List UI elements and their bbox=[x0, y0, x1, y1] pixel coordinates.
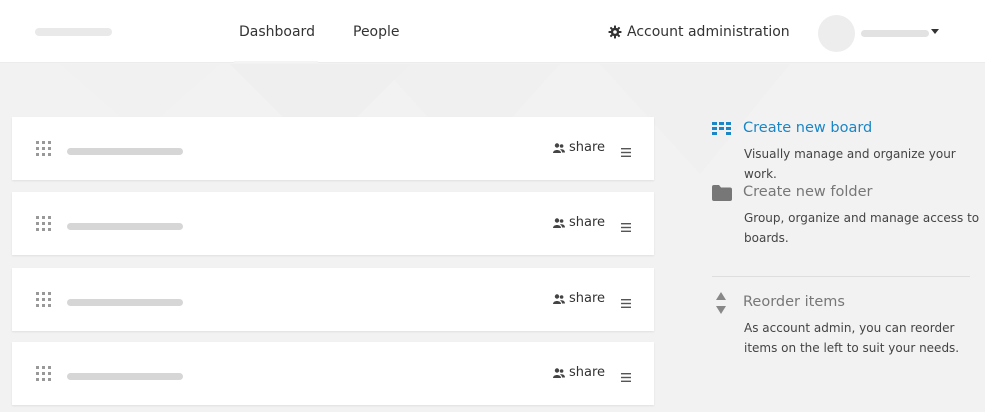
share-button[interactable]: share bbox=[553, 290, 605, 308]
board-title-placeholder[interactable] bbox=[67, 299, 183, 306]
board-card[interactable]: share bbox=[12, 192, 654, 255]
account-administration-label: Account administration bbox=[627, 24, 790, 40]
chevron-down-icon[interactable] bbox=[931, 29, 939, 34]
logo-placeholder[interactable] bbox=[35, 28, 112, 36]
share-label: share bbox=[569, 291, 606, 306]
reorder-items-description: As account admin, you can reorder items … bbox=[744, 321, 960, 355]
hamburger-menu-icon[interactable] bbox=[621, 217, 633, 232]
nav-active-indicator bbox=[234, 61, 318, 63]
create-new-board-link[interactable]: Create new board bbox=[743, 118, 872, 138]
nav-dashboard[interactable]: Dashboard bbox=[239, 22, 315, 42]
board-title-placeholder[interactable] bbox=[67, 223, 183, 230]
board-card[interactable]: share bbox=[12, 342, 654, 405]
hamburger-menu-icon[interactable] bbox=[621, 367, 633, 382]
share-label: share bbox=[569, 140, 606, 155]
hamburger-menu-icon[interactable] bbox=[621, 142, 633, 157]
share-button[interactable]: share bbox=[553, 139, 605, 157]
board-title-placeholder[interactable] bbox=[67, 373, 183, 380]
create-folder-description: Group, organize and manage access to boa… bbox=[744, 211, 980, 245]
nav-people[interactable]: People bbox=[353, 22, 400, 42]
board-card[interactable]: share bbox=[12, 268, 654, 331]
user-avatar[interactable] bbox=[818, 15, 855, 52]
reorder-items-action: Reorder items As account admin, you can … bbox=[712, 292, 977, 362]
share-button[interactable]: share bbox=[553, 364, 605, 382]
sidebar-divider bbox=[712, 276, 970, 277]
gear-icon bbox=[608, 25, 622, 39]
board-icon[interactable] bbox=[712, 121, 732, 140]
share-button[interactable]: share bbox=[553, 214, 605, 232]
create-new-folder-link[interactable]: Create new folder bbox=[743, 182, 872, 202]
share-label: share bbox=[569, 365, 606, 380]
users-icon bbox=[553, 143, 565, 153]
drag-handle-icon[interactable] bbox=[36, 141, 51, 156]
create-board-description: Visually manage and organize your work. bbox=[744, 147, 956, 181]
folder-icon[interactable] bbox=[712, 185, 732, 205]
username-placeholder[interactable] bbox=[861, 30, 929, 37]
drag-handle-icon[interactable] bbox=[36, 216, 51, 231]
share-label: share bbox=[569, 215, 606, 230]
users-icon bbox=[553, 294, 565, 304]
sort-arrows-icon[interactable] bbox=[716, 292, 726, 318]
board-title-placeholder[interactable] bbox=[67, 148, 183, 155]
create-folder-action: Create new folder Group, organize and ma… bbox=[712, 182, 979, 252]
top-header: Dashboard People Account administration bbox=[0, 0, 985, 63]
create-board-action: Create new board Visually manage and org… bbox=[712, 118, 977, 181]
drag-handle-icon[interactable] bbox=[36, 366, 51, 381]
users-icon bbox=[553, 368, 565, 378]
reorder-items-link[interactable]: Reorder items bbox=[743, 292, 845, 312]
users-icon bbox=[553, 218, 565, 228]
hamburger-menu-icon[interactable] bbox=[621, 293, 633, 308]
drag-handle-icon[interactable] bbox=[36, 292, 51, 307]
account-administration-link[interactable]: Account administration bbox=[608, 22, 790, 42]
board-card[interactable]: share bbox=[12, 117, 654, 180]
